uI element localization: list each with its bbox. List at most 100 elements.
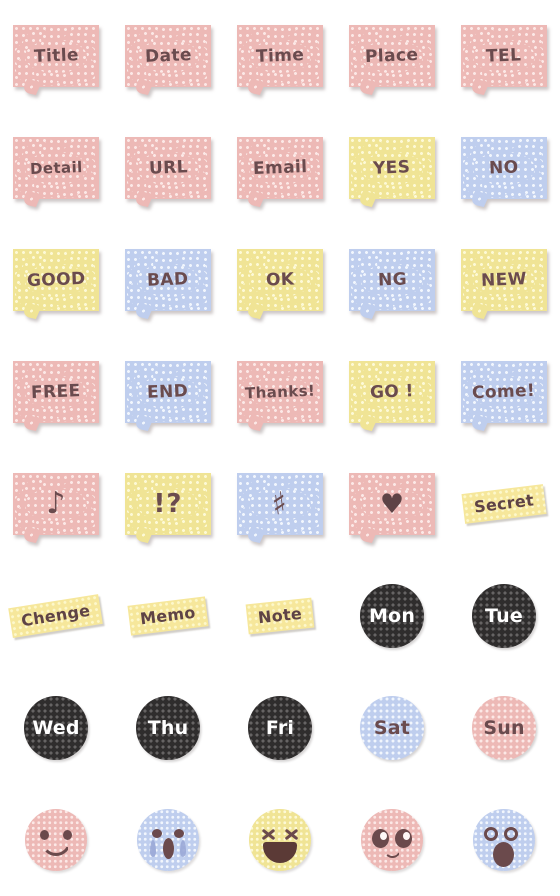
sticker-disc-sun[interactable]: Sun <box>472 696 536 760</box>
sticker-cell: Sun <box>448 672 560 784</box>
sticker-cell: Time <box>224 0 336 112</box>
sticker-shocked-face-icon[interactable] <box>473 809 535 871</box>
sticker-heart-icon[interactable]: ♥ <box>349 473 435 544</box>
sticker-cell: Memo <box>112 560 224 672</box>
sticker-tape-memo[interactable]: Memo <box>127 596 209 636</box>
left-eye <box>152 829 162 838</box>
sticker-bubble-ng[interactable]: NG <box>349 249 435 320</box>
sticker-bubble-date[interactable]: Date <box>125 25 211 96</box>
sticker-cell: ♥ <box>336 448 448 560</box>
sticker-laughing-face-icon[interactable] <box>249 809 311 871</box>
sticker-bubble-yes[interactable]: YES <box>349 137 435 208</box>
right-tear <box>180 840 186 857</box>
sticker-disc-tue[interactable]: Tue <box>472 584 536 648</box>
right-eye <box>395 829 412 848</box>
sticker-cell <box>336 784 448 896</box>
right-eye <box>174 829 184 838</box>
sticker-starry-eyed-face-icon[interactable] <box>361 809 423 871</box>
sticker-bubble-tel[interactable]: TEL <box>461 25 547 96</box>
sticker-cell: ♯ <box>224 448 336 560</box>
sticker-label: Chenge <box>20 600 92 631</box>
sticker-label: NO <box>488 157 520 179</box>
sticker-label: YES <box>372 157 412 179</box>
sticker-cell: Email <box>224 112 336 224</box>
sticker-cell: Thanks! <box>224 336 336 448</box>
sticker-cell: GO ! <box>336 336 448 448</box>
sticker-cell: FREE <box>0 336 112 448</box>
sticker-bubble-new[interactable]: NEW <box>461 249 547 320</box>
sticker-bubble-detail[interactable]: Detail <box>13 137 99 208</box>
sticker-disc-sat[interactable]: Sat <box>360 696 424 760</box>
sticker-label: Come! <box>472 380 536 404</box>
sticker-label: Memo <box>139 602 197 629</box>
sticker-cell: OK <box>224 224 336 336</box>
right-eye <box>284 827 299 842</box>
right-eye <box>63 830 72 840</box>
heart-icon: ♥ <box>379 488 405 520</box>
sticker-disc-fri[interactable]: Fri <box>248 696 312 760</box>
sticker-label: Sun <box>483 717 525 739</box>
sticker-bubble-title[interactable]: Title <box>13 25 99 96</box>
sticker-label: GO ! <box>369 381 415 403</box>
right-eye <box>504 827 518 841</box>
sticker-label: GOOD <box>26 268 86 292</box>
sticker-disc-wed[interactable]: Wed <box>24 696 88 760</box>
music-note-icon: ♪ <box>46 486 66 521</box>
sticker-cell: Date <box>112 0 224 112</box>
mouth <box>384 849 401 858</box>
sticker-bubble-good[interactable]: GOOD <box>13 249 99 320</box>
sticker-cell: GOOD <box>0 224 112 336</box>
sticker-disc-mon[interactable]: Mon <box>360 584 424 648</box>
exclaim-question-icon: !? <box>153 489 183 519</box>
sticker-label: OK <box>265 269 295 291</box>
sticker-label: FREE <box>30 381 82 403</box>
sticker-label: Fri <box>265 717 295 739</box>
sticker-label: Secret <box>472 490 535 517</box>
sticker-exclaim-question-icon[interactable]: !? <box>125 473 211 544</box>
sticker-cell: NG <box>336 224 448 336</box>
sticker-bubble-come[interactable]: Come! <box>461 361 547 432</box>
sticker-tape-note[interactable]: Note <box>245 597 315 635</box>
sticker-label: END <box>147 381 189 403</box>
mouth <box>493 842 514 867</box>
sticker-bubble-ok[interactable]: OK <box>237 249 323 320</box>
sticker-smiling-face-icon[interactable] <box>25 809 87 871</box>
sticker-label: BAD <box>146 269 190 291</box>
sticker-disc-thu[interactable]: Thu <box>136 696 200 760</box>
sticker-cell: NO <box>448 112 560 224</box>
sticker-bubble-end[interactable]: END <box>125 361 211 432</box>
sticker-cell: BAD <box>112 224 224 336</box>
sticker-cell: Thu <box>112 672 224 784</box>
mouth <box>163 838 174 859</box>
sticker-cell <box>224 784 336 896</box>
left-eye <box>40 830 49 840</box>
sticker-cell: Sat <box>336 672 448 784</box>
sticker-hash-sharp-icon[interactable]: ♯ <box>237 473 323 544</box>
sticker-bubble-url[interactable]: URL <box>125 137 211 208</box>
sticker-bubble-bad[interactable]: BAD <box>125 249 211 320</box>
sticker-bubble-time[interactable]: Time <box>237 25 323 96</box>
sticker-label: Place <box>364 44 420 68</box>
left-eye <box>484 827 498 841</box>
sticker-cell: YES <box>336 112 448 224</box>
sticker-label: Note <box>257 603 303 628</box>
sticker-label: Time <box>255 45 305 67</box>
sticker-crying-face-icon[interactable] <box>137 809 199 871</box>
mouth <box>41 841 71 856</box>
sticker-cell: NEW <box>448 224 560 336</box>
sticker-tape-secret[interactable]: Secret <box>461 484 547 524</box>
sticker-label: TEL <box>486 45 522 67</box>
sticker-label: Title <box>33 45 79 67</box>
sticker-bubble-place[interactable]: Place <box>349 25 435 96</box>
sticker-bubble-no[interactable]: NO <box>461 137 547 208</box>
sticker-cell <box>112 784 224 896</box>
sticker-tape-chenge[interactable]: Chenge <box>8 594 104 638</box>
sticker-bubble-thanks[interactable]: Thanks! <box>237 361 323 432</box>
sticker-cell: Fri <box>224 672 336 784</box>
sticker-bubble-go[interactable]: GO ! <box>349 361 435 432</box>
sticker-label: Mon <box>368 605 416 627</box>
sticker-music-note-icon[interactable]: ♪ <box>13 473 99 544</box>
sticker-bubble-free[interactable]: FREE <box>13 361 99 432</box>
sticker-cell: Come! <box>448 336 560 448</box>
sticker-bubble-email[interactable]: Email <box>237 137 323 208</box>
